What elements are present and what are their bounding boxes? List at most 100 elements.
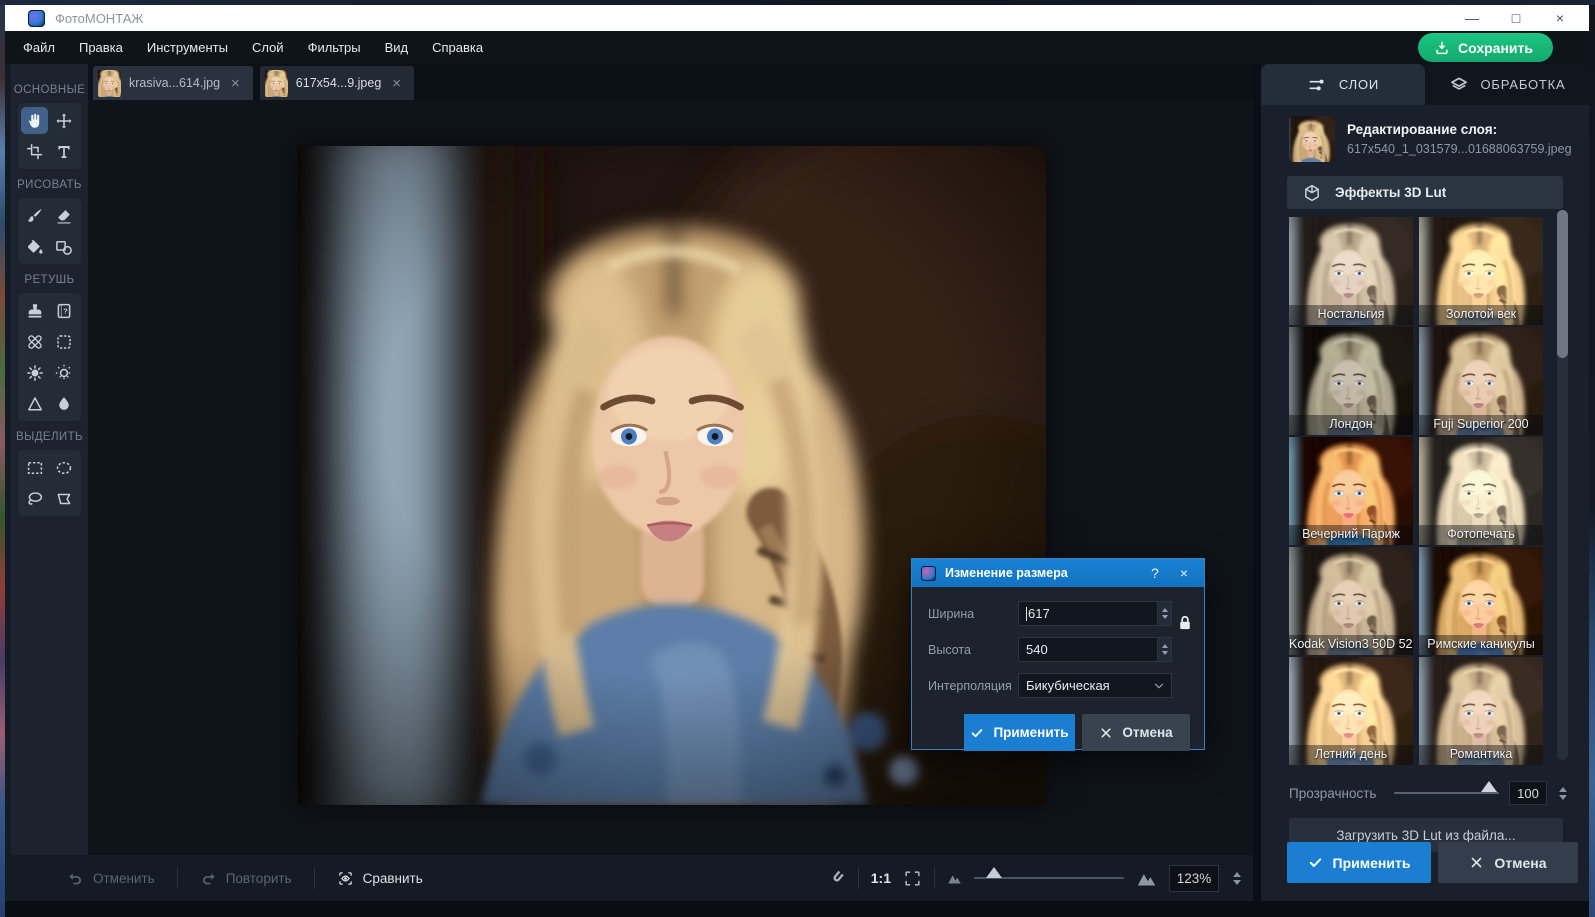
stamp-tool-button[interactable] [21, 297, 48, 324]
opacity-slider[interactable] [1394, 781, 1499, 794]
zoom-slider-thumb[interactable] [986, 867, 1002, 878]
effect-thumbnail[interactable]: Летний день [1289, 657, 1413, 765]
effect-thumbnail[interactable]: Романтика [1419, 657, 1543, 765]
magnet-icon[interactable] [827, 869, 846, 888]
tab-processing[interactable]: ОБРАБОТКА [1425, 64, 1589, 105]
zoom-slider[interactable] [974, 867, 1124, 879]
patch-tool-button[interactable] [51, 297, 78, 324]
scrollbar-thumb[interactable] [1557, 210, 1568, 358]
dodge-tool-button[interactable] [21, 359, 48, 386]
minimize-button[interactable]: — [1457, 10, 1487, 26]
opacity-slider-thumb[interactable] [1481, 781, 1497, 792]
close-button[interactable]: × [1545, 10, 1575, 26]
polygon-select-tool-button[interactable] [51, 485, 78, 512]
effect-thumbnail[interactable]: Вечерний Париж [1289, 437, 1413, 545]
spinner-down-icon[interactable] [1161, 615, 1168, 619]
menu-item[interactable]: Файл [11, 31, 67, 64]
opacity-value[interactable]: 100 [1509, 781, 1547, 805]
effect-thumbnail[interactable]: Римские каникулы [1419, 547, 1543, 655]
document-tab-1[interactable]: krasiva...614.jpg × [93, 66, 253, 100]
height-spinner[interactable] [1158, 637, 1172, 662]
height-input[interactable]: 540 [1018, 637, 1158, 662]
right-panel-tabs: СЛОИ ОБРАБОТКА [1261, 64, 1589, 105]
blur-tool-button[interactable] [51, 390, 78, 417]
tab-close-icon[interactable]: × [389, 75, 404, 92]
zoom-out-icon[interactable] [947, 871, 962, 886]
effect-thumbnail[interactable]: Ностальгия [1289, 217, 1413, 325]
tab-label: krasiva...614.jpg [129, 76, 221, 90]
crop-tool-button[interactable] [21, 138, 48, 165]
effect-thumbnail[interactable]: Золотой век [1419, 217, 1543, 325]
move-tool-button[interactable] [51, 107, 78, 134]
dialog-title-bar[interactable]: Изменение размера ? × [912, 559, 1204, 587]
healing-tool-button[interactable] [21, 328, 48, 355]
spinner-down-icon[interactable] [1233, 879, 1241, 885]
burn-tool-button[interactable] [51, 359, 78, 386]
ellipse-select-icon [55, 459, 73, 477]
opacity-spinner[interactable] [1557, 786, 1569, 800]
effect-thumbnail[interactable]: Fuji Superior 200 [1419, 327, 1543, 435]
effect-label: Fuji Superior 200 [1419, 415, 1543, 435]
spinner-up-icon[interactable] [1559, 786, 1567, 792]
document-tab-2[interactable]: 617x54...9.jpeg × [259, 66, 415, 100]
spinner-up-icon[interactable] [1161, 608, 1168, 612]
text-tool-button[interactable] [51, 138, 78, 165]
brush-tool-button[interactable] [21, 202, 48, 229]
divider [934, 867, 935, 889]
effect-thumbnail[interactable]: Лондон [1289, 327, 1413, 435]
menu-item[interactable]: Фильтры [296, 31, 373, 64]
spinner-down-icon[interactable] [1161, 651, 1168, 655]
lasso-tool-button[interactable] [21, 485, 48, 512]
zoom-value[interactable]: 123% [1169, 864, 1219, 892]
menu-item[interactable]: Правка [67, 31, 135, 64]
redo-button[interactable]: Повторить [178, 870, 314, 887]
hand-tool-button[interactable] [21, 107, 49, 134]
effects-scrollbar[interactable] [1557, 210, 1568, 760]
menu-item[interactable]: Справка [420, 31, 495, 64]
effects-header[interactable]: Эффекты 3D Lut [1287, 176, 1563, 209]
interpolation-dropdown[interactable]: Бикубическая [1018, 673, 1172, 698]
dialog-cancel-button[interactable]: Отмена [1082, 714, 1190, 751]
zoom-ratio-button[interactable]: 1:1 [871, 870, 891, 886]
rect-select-tool-button[interactable] [21, 454, 48, 481]
sharpen-tool-button[interactable] [21, 390, 48, 417]
maximize-button[interactable]: □ [1501, 10, 1531, 26]
shapes-tool-button[interactable] [51, 233, 78, 260]
dialog-apply-button[interactable]: Применить [964, 714, 1075, 751]
save-button[interactable]: Сохранить [1418, 33, 1553, 62]
zoom-in-icon[interactable] [1136, 868, 1157, 889]
effect-thumbnail[interactable]: Фотопечать [1419, 437, 1543, 545]
spinner-up-icon[interactable] [1161, 644, 1168, 648]
menu-item[interactable]: Слой [240, 31, 296, 64]
menu-item[interactable]: Инструменты [135, 31, 240, 64]
aspect-lock-icon[interactable] [1175, 613, 1195, 635]
compare-button[interactable]: Сравнить [315, 870, 445, 887]
eraser-tool-button[interactable] [51, 202, 78, 229]
title-bar: ФотоМОНТАЖ — □ × [5, 5, 1589, 31]
frame-patch-tool-button[interactable] [51, 328, 78, 355]
save-button-label: Сохранить [1458, 39, 1533, 56]
effect-label: Вечерний Париж [1289, 525, 1413, 545]
dialog-close-button[interactable]: × [1174, 565, 1194, 581]
fit-screen-icon[interactable] [903, 869, 922, 888]
menu-item[interactable]: Вид [373, 31, 421, 64]
zoom-spinner[interactable] [1231, 871, 1243, 885]
hand-icon [26, 112, 44, 130]
ellipse-select-tool-button[interactable] [51, 454, 78, 481]
spinner-up-icon[interactable] [1233, 871, 1241, 877]
width-input[interactable]: 617 [1018, 601, 1158, 626]
layer-thumbnail [1289, 116, 1335, 162]
dialog-help-button[interactable]: ? [1145, 565, 1165, 581]
spinner-down-icon[interactable] [1559, 794, 1567, 800]
panel-apply-button[interactable]: Применить [1287, 842, 1431, 883]
panel-actions: Применить Отмена [1287, 842, 1578, 883]
tab-close-icon[interactable]: × [228, 75, 243, 92]
effect-label: Лондон [1289, 415, 1413, 435]
undo-button[interactable]: Отменить [45, 870, 177, 887]
dashed-frame-icon [55, 333, 73, 351]
width-spinner[interactable] [1158, 601, 1172, 626]
panel-cancel-button[interactable]: Отмена [1438, 842, 1578, 883]
effect-thumbnail[interactable]: Kodak Vision3 50D 5203 [1289, 547, 1413, 655]
fill-tool-button[interactable] [21, 233, 48, 260]
tab-layers[interactable]: СЛОИ [1261, 64, 1425, 105]
